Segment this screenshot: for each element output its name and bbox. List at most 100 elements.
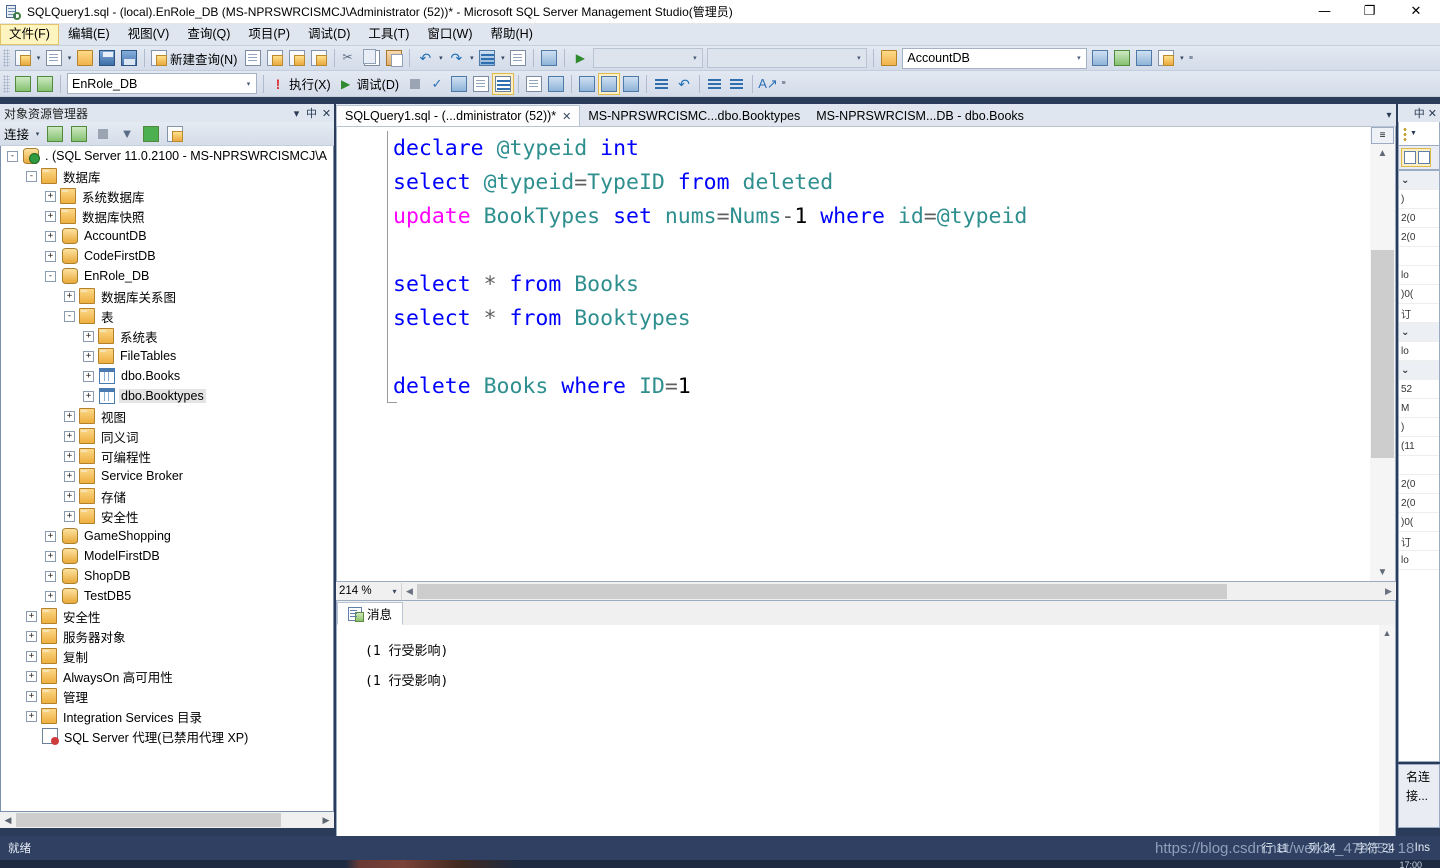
navigate-forward-button[interactable] [507, 47, 529, 69]
tree-node[interactable]: - 数据库 [1, 166, 333, 186]
messages-output[interactable]: (1 行受影响) (1 行受影响) [337, 625, 1379, 868]
tab-books[interactable]: MS-NPRSWRCISM...DB - dbo.Books [808, 105, 1032, 126]
tab-booktypes[interactable]: MS-NPRSWRCISMC...dbo.Booktypes [580, 105, 808, 126]
new-analysis-mdx-query-button[interactable] [264, 47, 286, 69]
tree-node[interactable]: + GameShopping [1, 526, 333, 546]
cancel-executing-query-button[interactable] [404, 73, 426, 95]
expand-icon[interactable]: + [45, 590, 56, 602]
scroll-up-icon[interactable]: ▲ [1379, 625, 1395, 641]
tree-node[interactable]: + CodeFirstDB [1, 246, 333, 266]
property-row[interactable]: ) [1399, 190, 1439, 209]
new-item-dropdown-icon[interactable]: ▾ [65, 47, 74, 69]
chevron-down-icon[interactable]: ▾ [388, 587, 401, 596]
expand-icon[interactable]: + [83, 330, 94, 342]
tree-node[interactable]: + Integration Services 目录 [1, 706, 333, 726]
tree-node[interactable]: -表 [1, 306, 333, 326]
tree-node[interactable]: + FileTables [1, 346, 333, 366]
expand-icon[interactable]: + [45, 530, 56, 542]
tab-close-icon[interactable]: ✕ [562, 110, 571, 123]
property-row[interactable]: 2(0 [1399, 228, 1439, 247]
tree-node[interactable]: + 安全性 [1, 606, 333, 626]
pin-icon[interactable]: 中 [1414, 105, 1425, 121]
split-window-button[interactable]: ≡ [1371, 127, 1394, 144]
expand-icon[interactable]: + [45, 570, 56, 582]
tree-node[interactable]: SQL Server 代理(已禁用代理 XP) [1, 726, 333, 746]
property-row[interactable]: ) [1399, 418, 1439, 437]
include-actual-execution-plan-button[interactable] [492, 72, 515, 95]
object-explorer-hscrollbar[interactable]: ◀ ▶ [0, 812, 334, 828]
cut-button[interactable]: ✂ [339, 47, 361, 69]
tree-node[interactable]: + 系统表 [1, 326, 333, 346]
tab-sqlquery1[interactable]: SQLQuery1.sql - (...dministrator (52))* … [336, 105, 581, 126]
parse-button[interactable]: ✓ [426, 73, 448, 95]
property-category-row[interactable]: ⌄ [1399, 361, 1439, 380]
toolbar-options-dropdown-icon[interactable]: ▾ [1177, 47, 1186, 69]
property-row[interactable]: M [1399, 399, 1439, 418]
activity-monitor-button[interactable] [538, 47, 560, 69]
editor-zoom-combo[interactable]: 214 % ▾ [336, 582, 402, 600]
comment-lines-button[interactable] [651, 73, 673, 95]
expand-icon[interactable]: + [45, 190, 56, 202]
redo-button[interactable]: ↷ [445, 47, 467, 69]
synchronize-button[interactable] [164, 123, 186, 145]
find-next-button[interactable] [1133, 47, 1155, 69]
tree-node[interactable]: + 数据库关系图 [1, 286, 333, 306]
redo-dropdown-icon[interactable]: ▾ [467, 47, 476, 69]
scroll-up-icon[interactable]: ▲ [1371, 144, 1394, 162]
scroll-track[interactable] [16, 813, 318, 827]
undo-button[interactable]: ↶ [414, 47, 436, 69]
save-button[interactable] [96, 47, 118, 69]
scroll-track[interactable] [1379, 641, 1395, 868]
expand-icon[interactable]: + [26, 630, 37, 642]
minimize-button[interactable]: — [1302, 0, 1347, 24]
tree-node[interactable]: + 同义词 [1, 426, 333, 446]
toolbar-grip[interactable] [3, 74, 10, 93]
expand-icon[interactable]: + [26, 610, 37, 622]
new-database-engine-query-button[interactable] [242, 47, 264, 69]
toolbar-platform-combo[interactable]: ▾ [707, 48, 868, 68]
property-row[interactable] [1399, 456, 1439, 475]
expand-icon[interactable]: + [64, 430, 75, 442]
scroll-thumb[interactable] [1371, 250, 1394, 458]
uncomment-lines-button[interactable]: ↶ [673, 73, 695, 95]
collapse-icon[interactable]: - [7, 150, 18, 162]
decrease-indent-button[interactable] [704, 73, 726, 95]
open-file-button[interactable] [74, 47, 96, 69]
results-vscrollbar[interactable]: ▲ ▼ [1379, 625, 1395, 868]
tree-node[interactable]: + ShopDB [1, 566, 333, 586]
property-row[interactable]: )0( [1399, 513, 1439, 532]
expand-icon[interactable]: + [83, 370, 94, 382]
results-to-text-button[interactable] [545, 73, 567, 95]
start-debug-button[interactable]: ▶ [569, 47, 591, 69]
expand-icon[interactable]: + [64, 510, 75, 522]
sql-editor[interactable]: declare @typeid int select @typeid=TypeID… [336, 126, 1396, 582]
results-to-grid-button[interactable] [576, 73, 598, 95]
tree-node[interactable]: + 可编程性 [1, 446, 333, 466]
tree-node[interactable]: - . (SQL Server 11.0.2100 - MS-NPRSWRCISM… [1, 146, 333, 166]
tree-node[interactable]: + 服务器对象 [1, 626, 333, 646]
paste-button[interactable] [383, 47, 405, 69]
search-db-combo[interactable]: AccountDB ▾ [902, 47, 1088, 69]
refresh-button[interactable] [140, 123, 162, 145]
filter-icon[interactable]: ▼ [116, 123, 138, 145]
new-query-button[interactable]: 新建查询(N) [149, 47, 242, 69]
scroll-right-icon[interactable]: ▶ [1381, 586, 1396, 597]
expand-icon[interactable]: + [45, 550, 56, 562]
object-explorer-tree[interactable]: -. (SQL Server 11.0.2100 - MS-NPRSWRCISM… [0, 146, 334, 812]
debug-button[interactable]: ▶ 调试(D) [336, 73, 404, 95]
categorized-view-button[interactable] [1401, 148, 1431, 167]
tree-node[interactable]: + Service Broker [1, 466, 333, 486]
chevron-down-icon[interactable]: ▾ [289, 107, 304, 120]
properties-grid[interactable]: ⌄) 2(0 2(0 lo)0(订 ⌄ lo ⌄ 52 M) (11 2(0 2(0)0(订 lo [1398, 170, 1440, 762]
close-icon[interactable]: ✕ [319, 107, 334, 120]
find-prev-button[interactable] [1111, 47, 1133, 69]
property-row[interactable]: lo [1399, 342, 1439, 361]
property-category-row[interactable]: ⌄ [1399, 171, 1439, 190]
toolbar-grip[interactable] [3, 49, 10, 67]
query-options-button[interactable] [470, 73, 492, 95]
menu-item-edit[interactable]: 编辑(E) [59, 24, 119, 45]
collapse-icon[interactable]: - [64, 310, 75, 322]
new-item-button[interactable] [43, 47, 65, 69]
results-to-grid-active-button[interactable] [598, 72, 621, 95]
toolbar-options-button[interactable] [1155, 47, 1177, 69]
